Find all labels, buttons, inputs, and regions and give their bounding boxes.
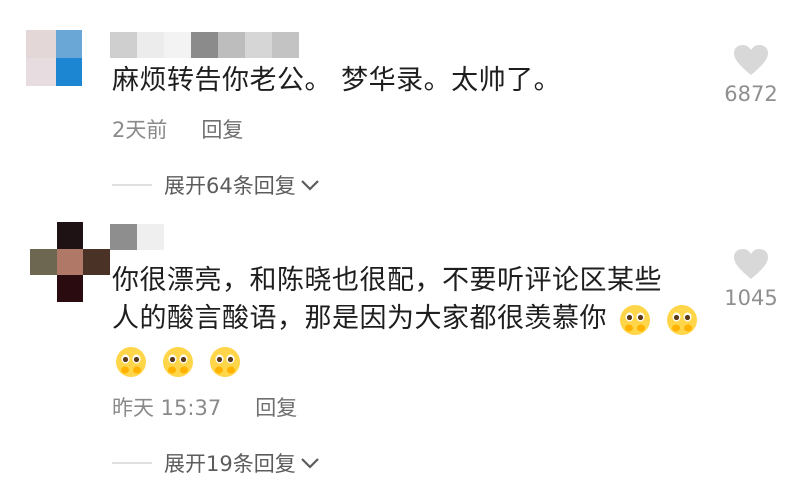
divider-line (112, 462, 152, 464)
username-obscured[interactable] (110, 224, 164, 250)
divider-line (112, 184, 152, 186)
comment-text: 麻烦转告你老公。 梦华录。太帅了。 (112, 65, 562, 96)
comment-meta: 昨天 15:37 回复 (112, 392, 297, 422)
pleading-face-emoji (163, 346, 194, 377)
expand-label: 展开19条回复 (164, 452, 296, 476)
like-button[interactable]: 6872 (716, 44, 786, 106)
reply-button[interactable]: 回复 (201, 114, 243, 144)
like-count: 6872 (724, 82, 778, 106)
comment-text-line-1: 你很漂亮，和陈晓也很配，不要听评论区某些 (112, 265, 662, 296)
avatar[interactable] (26, 30, 82, 86)
comment-meta: 2天前 回复 (112, 114, 243, 144)
chevron-down-icon (300, 458, 319, 469)
pleading-face-emoji (116, 346, 146, 377)
expand-replies-button[interactable]: 展开19条回复 (112, 448, 320, 478)
comment-text-line-3 (112, 342, 712, 380)
timestamp: 2天前 (112, 118, 168, 142)
pleading-face-emoji (620, 304, 651, 335)
timestamp: 昨天 15:37 (112, 396, 222, 420)
like-count: 1045 (724, 286, 778, 310)
expand-replies-button[interactable]: 展开64条回复 (112, 170, 320, 200)
like-button[interactable]: 1045 (716, 248, 786, 310)
heart-icon (734, 249, 768, 279)
username-obscured[interactable] (110, 32, 299, 58)
reply-button[interactable]: 回复 (255, 392, 297, 422)
chevron-down-icon (300, 180, 319, 191)
pleading-face-emoji (667, 304, 698, 335)
comment-text-line-2: 人的酸言酸语，那是因为大家都很羡慕你 (112, 300, 712, 338)
expand-label: 展开64条回复 (164, 174, 296, 198)
pleading-face-emoji (210, 346, 241, 377)
comment-text: 你很漂亮，和陈晓也很配，不要听评论区某些 人的酸言酸语，那是因为大家都很羡慕你 (112, 262, 712, 380)
heart-icon (734, 45, 768, 75)
avatar[interactable] (30, 222, 110, 302)
